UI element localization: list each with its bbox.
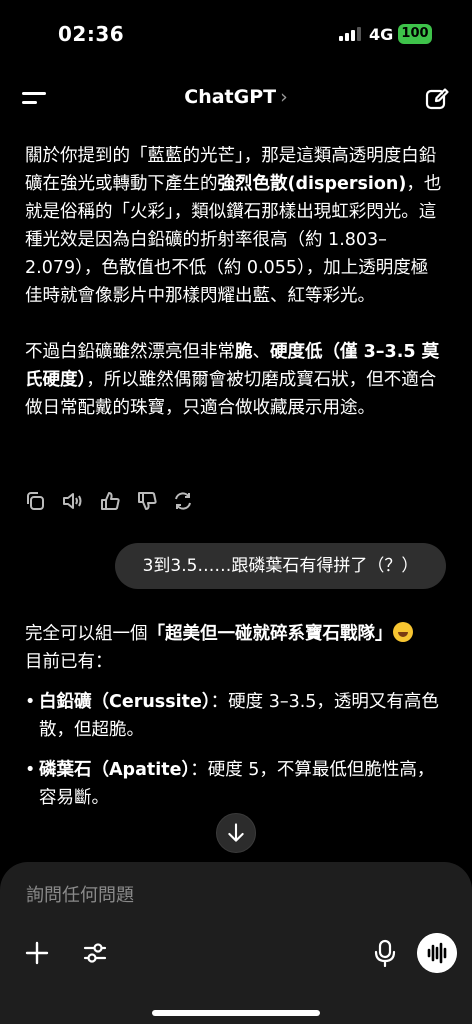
bold-text: 脆 — [235, 342, 253, 362]
speaker-icon[interactable] — [61, 490, 83, 512]
chevron-right-icon: › — [280, 86, 288, 108]
bold-text: 「超美但一碰就碎系寶石戰隊」 — [147, 624, 393, 644]
assistant-paragraph: 關於你提到的「藍藍的光芒」，那是這類高透明度白鉛礦在強光或轉動下產生的強烈色散(… — [25, 142, 445, 310]
model-selector[interactable]: ChatGPT › — [0, 86, 472, 108]
voice-mode-icon[interactable] — [417, 933, 457, 973]
text-span: 完全可以組一個 — [25, 624, 148, 644]
cellular-signal-icon — [339, 27, 361, 41]
status-bar: 02:36 4G 100 — [0, 0, 472, 70]
copy-icon[interactable] — [24, 490, 46, 512]
reply-line: 目前已有： — [25, 652, 113, 672]
list-item: 磷葉石（Apatite）：硬度 5，不算最低但脆性高，容易斷。 — [25, 756, 445, 812]
thumbs-up-icon[interactable] — [99, 490, 121, 512]
list-item: 白鉛礦（Cerussite）：硬度 3–3.5，透明又有高色散，但超脆。 — [25, 688, 445, 744]
gem-name: 磷葉石（Apatite） — [39, 760, 191, 780]
bold-text: 強烈色散(dispersion) — [217, 174, 407, 194]
new-chat-icon[interactable] — [424, 86, 450, 112]
rofl-emoji-icon — [392, 622, 413, 642]
user-message-bubble[interactable]: 3到3.5……跟磷葉石有得拼了（？） — [115, 543, 446, 589]
scroll-down-button[interactable] — [216, 813, 256, 853]
composer — [0, 862, 472, 1024]
gem-name: 白鉛礦（Cerussite） — [39, 692, 211, 712]
text-span: 不過白鉛礦雖然漂亮但非常 — [25, 342, 235, 362]
home-indicator — [152, 1010, 320, 1016]
text-span: ，所以雖然偶爾會被切磨成寶石狀，但不適合做日常配戴的珠寶，只適合做收藏展示用途。 — [25, 370, 437, 418]
model-title: ChatGPT — [184, 86, 277, 108]
tools-sliders-icon[interactable] — [82, 940, 108, 966]
top-nav-bar: ChatGPT › — [0, 74, 472, 122]
text-span: 、 — [252, 342, 271, 362]
assistant-message: 關於你提到的「藍藍的光芒」，那是這類高透明度白鉛礦在強光或轉動下產生的強烈色散(… — [25, 142, 445, 450]
thumbs-down-icon[interactable] — [136, 490, 158, 512]
message-input[interactable] — [24, 884, 428, 907]
chat-screen: 02:36 4G 100 ChatGPT › 關於你提到的「藍藍的光芒」，那是這類… — [0, 0, 472, 1024]
status-time: 02:36 — [58, 22, 125, 46]
assistant-reply: 完全可以組一個「超美但一碰就碎系寶石戰隊」 目前已有： 白鉛礦（Cerussit… — [25, 620, 445, 824]
reply-intro: 完全可以組一個「超美但一碰就碎系寶石戰隊」 — [25, 620, 445, 648]
plus-icon[interactable] — [24, 940, 50, 966]
battery-icon: 100 — [398, 24, 432, 44]
regenerate-icon[interactable] — [172, 490, 194, 512]
assistant-paragraph: 不過白鉛礦雖然漂亮但非常脆、硬度低（僅 3–3.5 莫氏硬度），所以雖然偶爾會被… — [25, 338, 445, 422]
gem-list: 白鉛礦（Cerussite）：硬度 3–3.5，透明又有高色散，但超脆。 磷葉石… — [25, 688, 445, 812]
network-type: 4G — [369, 25, 394, 44]
microphone-icon[interactable] — [373, 939, 397, 967]
